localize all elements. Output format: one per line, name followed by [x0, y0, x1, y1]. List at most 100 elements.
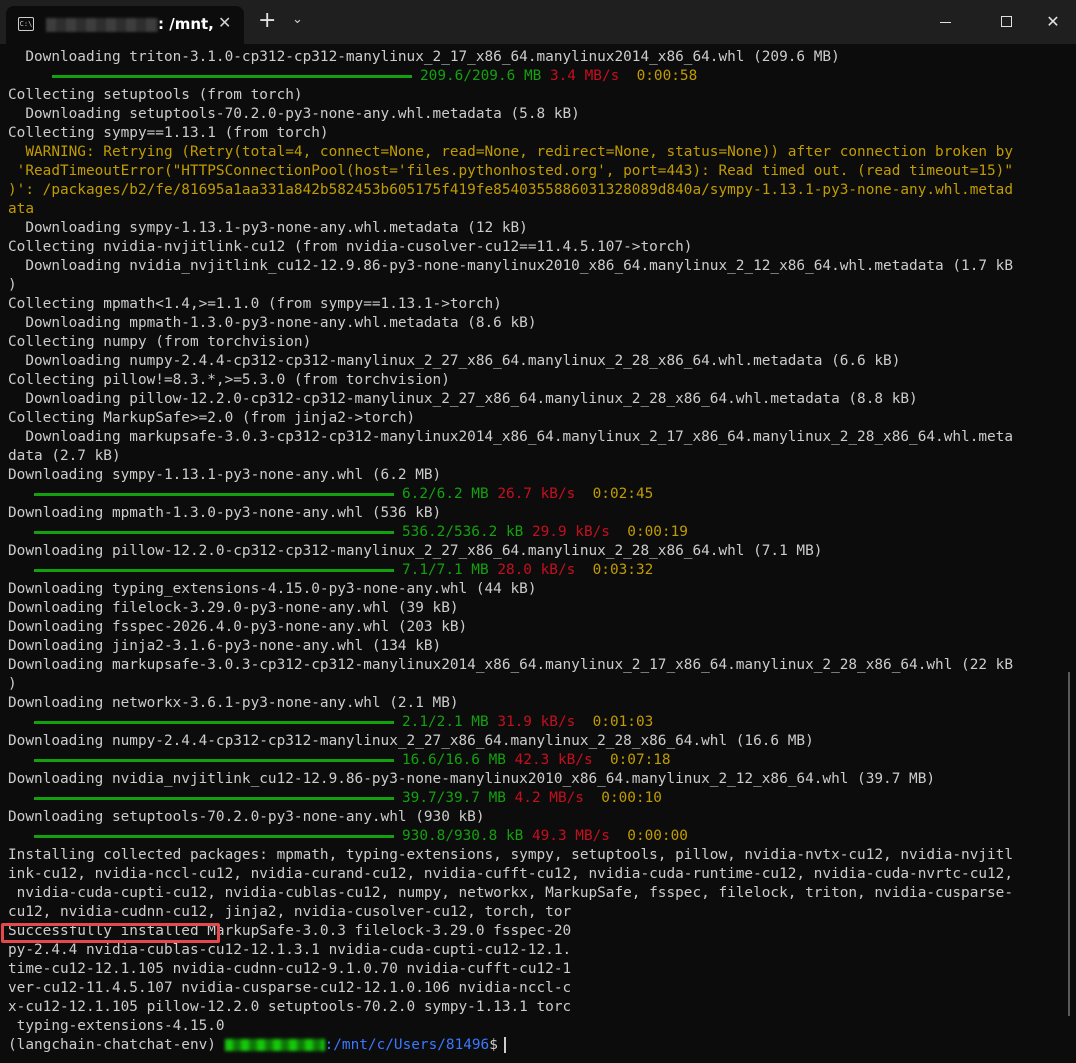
download-speed: 4.2 MB/s — [514, 790, 584, 806]
output-line: Downloading triton-3.1.0-cp312-cp312-man… — [8, 49, 840, 65]
output-line: Collecting pillow!=8.3.*,>=5.3.0 (from t… — [8, 372, 450, 388]
output-line: cu12, nvidia-cudnn-cu12, jinja2, nvidia-… — [8, 904, 572, 920]
download-size: 209.6/209.6 MB — [420, 68, 542, 84]
terminal-output[interactable]: Downloading triton-3.1.0-cp312-cp312-man… — [8, 48, 1060, 1055]
output-line: Downloading markupsafe-3.0.3-cp312-cp312… — [8, 429, 1014, 445]
output-line: Downloading numpy-2.4.4-cp312-cp312-many… — [8, 733, 814, 749]
download-size: 2.1/2.1 MB — [402, 714, 489, 730]
warning-line: )': /packages/b2/fe/81695a1aa331a842b582… — [8, 182, 1014, 198]
output-line: Collecting nvidia-nvjitlink-cu12 (from n… — [8, 239, 693, 255]
output-line: typing-extensions-4.15.0 — [8, 1018, 225, 1034]
output-line: Downloading mpmath-1.3.0-py3-none-any.wh… — [8, 505, 442, 521]
output-line: ) — [8, 277, 17, 293]
output-line: Downloading nvidia_nvjitlink_cu12-12.9.8… — [8, 258, 1014, 274]
terminal-icon: C:\ — [18, 17, 34, 31]
prompt-symbol: $ — [489, 1037, 498, 1053]
scrollbar[interactable] — [1068, 672, 1070, 1016]
download-speed: 26.7 kB/s — [497, 486, 576, 502]
output-line: Downloading mpmath-1.3.0-py3-none-any.wh… — [8, 315, 537, 331]
output-line: Collecting setuptools (from torch) — [8, 87, 303, 103]
download-size: 930.8/930.8 kB — [402, 828, 524, 844]
download-time: 0:00:58 — [636, 68, 698, 84]
progress-line: 930.8/930.8 kB 49.3 MB/s 0:00:00 — [8, 827, 1060, 846]
maximize-button[interactable] — [994, 10, 1018, 34]
progress-bar — [52, 74, 412, 78]
progress-bar — [34, 758, 394, 762]
output-line: x-cu12-12.1.105 pillow-12.2.0 setuptools… — [8, 999, 572, 1015]
progress-bar — [34, 568, 394, 572]
minimize-button[interactable] — [934, 10, 958, 34]
download-speed: 29.9 kB/s — [531, 524, 610, 540]
output-line: py-2.4.4 nvidia-cublas-cu12-12.1.3.1 nvi… — [8, 942, 572, 958]
progress-bar — [34, 720, 394, 724]
download-size: 6.2/6.2 MB — [402, 486, 489, 502]
progress-line: 7.1/7.1 MB 28.0 kB/s 0:03:32 — [8, 561, 1060, 580]
output-line: Downloading pillow-12.2.0-cp312-cp312-ma… — [8, 391, 918, 407]
download-speed: 42.3 kB/s — [514, 752, 593, 768]
success-highlight-box — [1, 923, 220, 943]
download-time: 0:00:19 — [627, 524, 688, 540]
output-line: ver-cu12-11.4.5.107 nvidia-cusparse-cu12… — [8, 980, 572, 996]
output-line: Downloading fsspec-2026.4.0-py3-none-any… — [8, 619, 468, 635]
redacted-username — [46, 18, 158, 32]
download-size: 536.2/536.2 kB — [402, 524, 524, 540]
output-line: Downloading filelock-3.29.0-py3-none-any… — [8, 600, 459, 616]
redacted-host — [224, 1039, 325, 1051]
conda-env: (langchain-chatchat-env) — [8, 1037, 225, 1053]
output-line: ) — [8, 676, 17, 692]
output-line: ink-cu12, nvidia-nccl-cu12, nvidia-curan… — [8, 866, 1014, 882]
download-speed: 3.4 MB/s — [549, 68, 620, 84]
progress-line: 39.7/39.7 MB 4.2 MB/s 0:00:10 — [8, 789, 1060, 808]
tab-close-icon[interactable]: ✕ — [218, 13, 231, 32]
text-cursor — [503, 1037, 506, 1053]
output-line: Downloading setuptools-70.2.0-py3-none-a… — [8, 809, 485, 825]
progress-line: 2.1/2.1 MB 31.9 kB/s 0:01:03 — [8, 713, 1060, 732]
download-time: 0:03:32 — [592, 562, 654, 578]
download-speed: 31.9 kB/s — [497, 714, 576, 730]
warning-line: WARNING: Retrying (Retry(total=4, connec… — [8, 144, 1014, 160]
output-line: Collecting sympy==1.13.1 (from torch) — [8, 125, 329, 141]
progress-line: 6.2/6.2 MB 26.7 kB/s 0:02:45 — [8, 485, 1060, 504]
output-line: Downloading networkx-3.6.1-py3-none-any.… — [8, 695, 459, 711]
output-line: Downloading numpy-2.4.4-cp312-cp312-many… — [8, 353, 901, 369]
current-path: :/mnt/c/Users/81496 — [324, 1037, 490, 1053]
download-speed: 28.0 kB/s — [497, 562, 576, 578]
new-tab-button[interactable]: + — [258, 9, 276, 33]
output-line: Downloading sympy-1.13.1-py3-none-any.wh… — [8, 220, 528, 236]
output-line: Downloading sympy-1.13.1-py3-none-any.wh… — [8, 467, 442, 483]
warning-line: 'ReadTimeoutError("HTTPSConnectionPool(h… — [8, 163, 1014, 179]
output-line: time-cu12-12.1.105 nvidia-cudnn-cu12-9.1… — [8, 961, 572, 977]
output-line: Downloading pillow-12.2.0-cp312-cp312-ma… — [8, 543, 823, 559]
progress-bar — [34, 492, 394, 496]
output-line: Collecting MarkupSafe>=2.0 (from jinja2-… — [8, 410, 416, 426]
output-line: Collecting mpmath<1.4,>=1.1.0 (from symp… — [8, 296, 502, 312]
output-line: nvidia-cuda-cupti-cu12, nvidia-cublas-cu… — [8, 885, 1014, 901]
terminal-tab[interactable]: C:\ : /mnt, ✕ — [6, 6, 244, 44]
download-speed: 49.3 MB/s — [531, 828, 610, 844]
download-time: 0:00:00 — [627, 828, 688, 844]
download-size: 16.6/16.6 MB — [402, 752, 506, 768]
progress-line: 16.6/16.6 MB 42.3 kB/s 0:07:18 — [8, 751, 1060, 770]
download-time: 0:07:18 — [609, 752, 671, 768]
redaction-fade — [590, 904, 740, 1024]
progress-line: 209.6/209.6 MB 3.4 MB/s 0:00:58 — [8, 67, 1060, 86]
progress-bar — [34, 796, 394, 800]
output-line: Collecting numpy (from torchvision) — [8, 334, 312, 350]
progress-line: 536.2/536.2 kB 29.9 kB/s 0:00:19 — [8, 523, 1060, 542]
output-line: Installing collected packages: mpmath, t… — [8, 847, 1014, 863]
close-window-button[interactable]: ✕ — [1041, 10, 1065, 34]
output-line: Downloading typing_extensions-4.15.0-py3… — [8, 581, 537, 597]
download-time: 0:02:45 — [592, 486, 654, 502]
output-line: Downloading setuptools-70.2.0-py3-none-a… — [8, 106, 580, 122]
download-size: 39.7/39.7 MB — [402, 790, 506, 806]
title-bar: C:\ : /mnt, ✕ + ⌄ ✕ — [0, 0, 1076, 44]
download-time: 0:00:10 — [601, 790, 662, 806]
output-line: Downloading nvidia_nvjitlink_cu12-12.9.8… — [8, 771, 936, 787]
prompt-line[interactable]: (langchain-chatchat-env) :/mnt/c/Users/8… — [8, 1036, 1060, 1055]
download-size: 7.1/7.1 MB — [402, 562, 489, 578]
output-line: Downloading markupsafe-3.0.3-cp312-cp312… — [8, 657, 1014, 673]
chevron-down-icon[interactable]: ⌄ — [292, 12, 303, 27]
progress-bar — [34, 530, 394, 534]
tab-title: : /mnt, — [158, 15, 214, 33]
output-line: data (2.7 kB) — [8, 448, 121, 464]
